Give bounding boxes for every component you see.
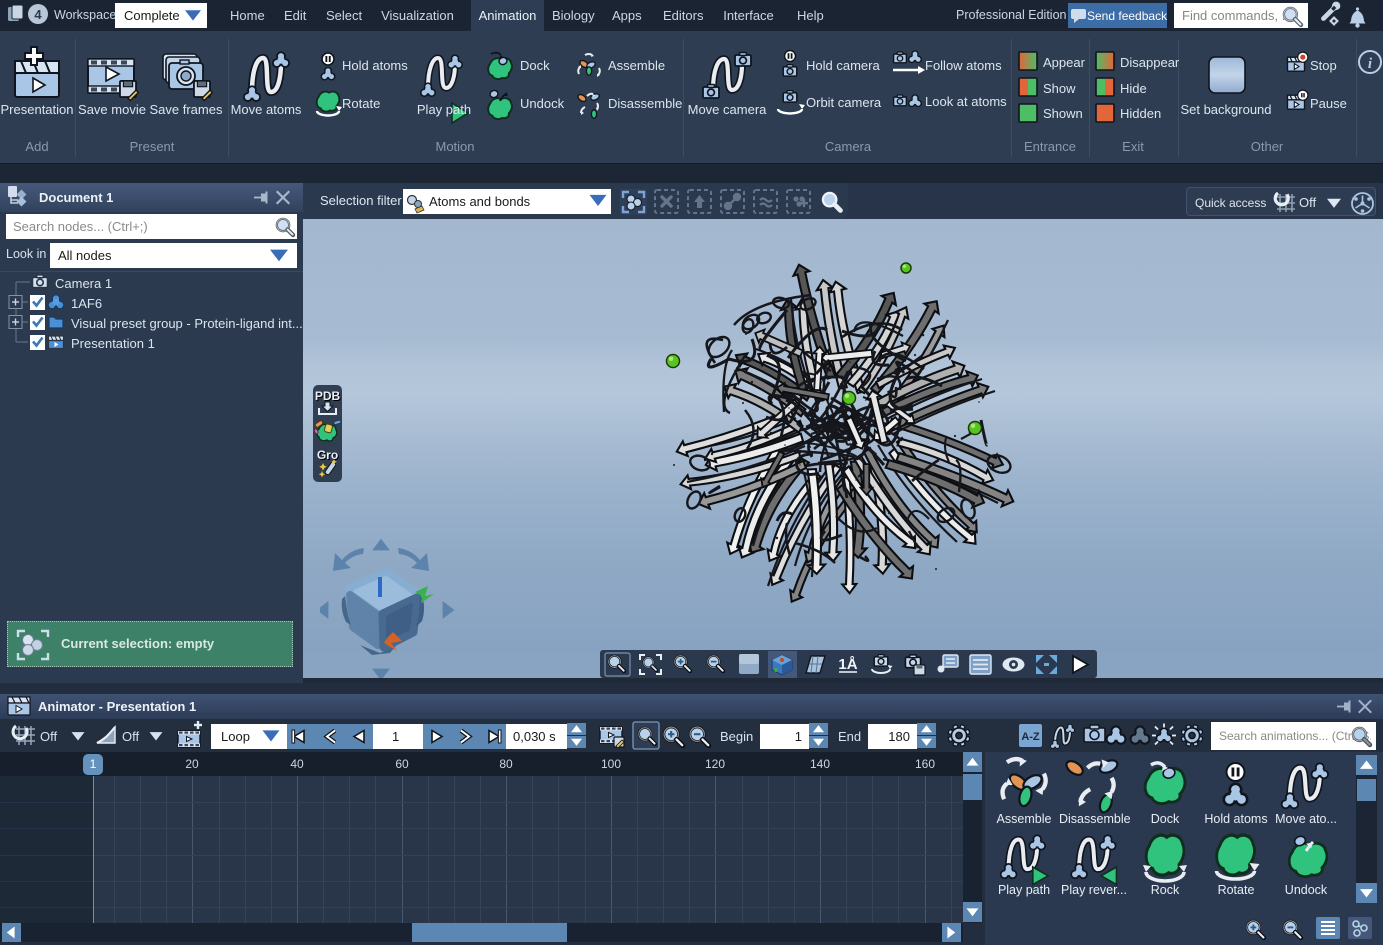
svg-text:A-Z: A-Z [1021, 731, 1040, 743]
svg-text:i: i [1368, 56, 1373, 72]
svg-text:4: 4 [34, 7, 42, 22]
svg-text:PDB: PDB [315, 389, 341, 403]
svg-text:Gro: Gro [317, 448, 338, 462]
svg-text:1Å: 1Å [838, 656, 857, 673]
